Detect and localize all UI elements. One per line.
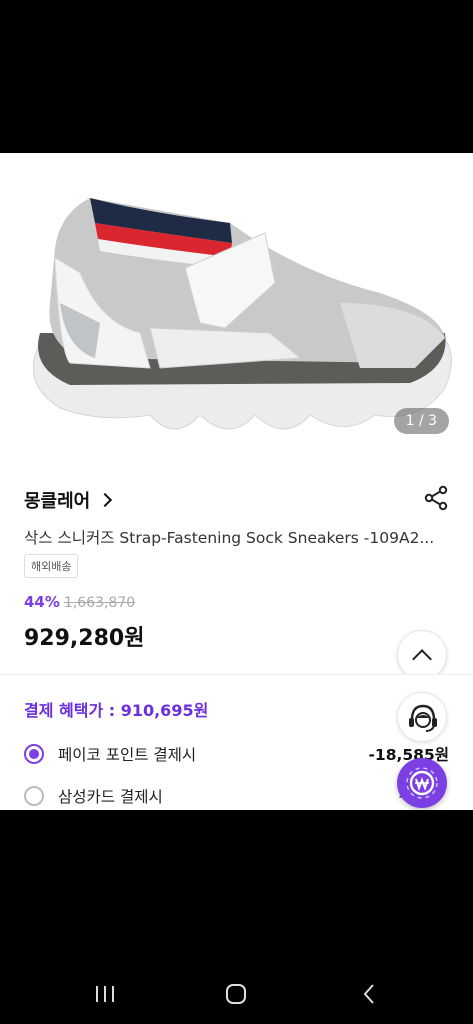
recent-apps-icon[interactable] xyxy=(91,980,119,1008)
sale-price: 929,280원 xyxy=(24,626,145,651)
discount-rate: 44% xyxy=(24,593,60,611)
image-counter: 1 / 3 xyxy=(393,408,449,434)
customer-support-button[interactable] xyxy=(397,692,447,742)
radio-selected[interactable] xyxy=(24,744,44,764)
won-coin-icon xyxy=(406,767,438,799)
shipping-badge: 해외배송 xyxy=(24,554,79,578)
original-price: 1,663,870 xyxy=(63,595,136,611)
product-title: 삭스 스니커즈 Strap-Fastening Sock Sneakers -1… xyxy=(24,529,435,547)
share-icon[interactable] xyxy=(423,485,449,511)
status-bar-area xyxy=(0,0,473,153)
brand-name: 몽클레어 xyxy=(24,491,91,512)
benefit-title: 결제 혜택가 : 910,695원 xyxy=(24,701,209,720)
payment-option-label: 삼성카드 결제시 xyxy=(58,788,163,806)
payco-wallet-button[interactable] xyxy=(397,758,447,808)
discount-row: 44% 1,663,870 xyxy=(24,593,135,611)
product-image-gallery[interactable]: 1 / 3 xyxy=(0,153,473,460)
payment-option-payco[interactable]: 페이코 포인트 결제시 -18,585원 xyxy=(24,740,449,768)
system-navigation-bar xyxy=(0,960,473,1024)
chevron-up-icon xyxy=(412,648,432,669)
scroll-to-top-button[interactable] xyxy=(397,630,447,680)
brand-link[interactable]: 몽클레어 xyxy=(24,487,113,513)
radio-unselected[interactable] xyxy=(24,786,44,806)
chevron-right-icon xyxy=(98,492,113,508)
headset-icon xyxy=(409,704,437,732)
payment-option-samsung[interactable]: 삼성카드 결제시 -10, xyxy=(24,782,449,810)
back-icon[interactable] xyxy=(356,980,384,1008)
payment-option-label: 페이코 포인트 결제시 xyxy=(58,746,197,764)
home-icon[interactable] xyxy=(222,980,250,1008)
